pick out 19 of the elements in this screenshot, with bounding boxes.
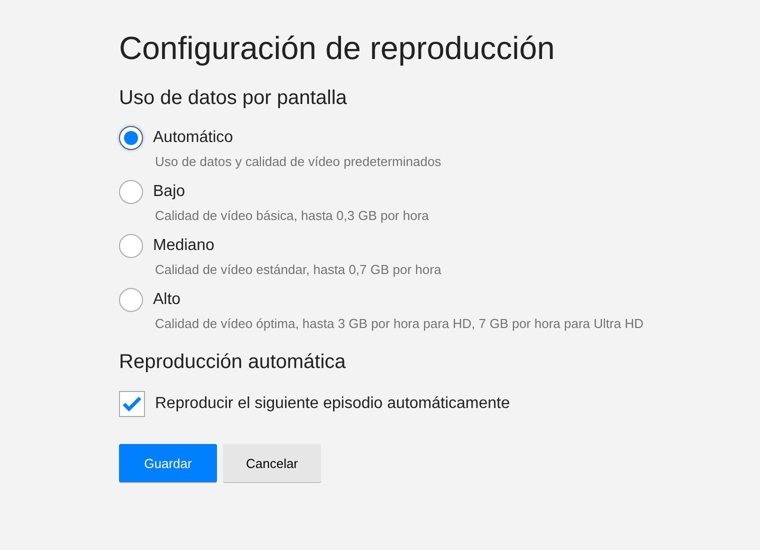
checkbox[interactable] xyxy=(119,391,145,417)
option-label[interactable]: Bajo xyxy=(153,183,186,201)
checkbox-label[interactable]: Reproducir el siguiente episodio automáticamente xyxy=(155,395,510,413)
cancel-button[interactable]: Cancelar xyxy=(223,444,321,482)
option-description: Calidad de vídeo óptima, hasta 3 GB por hora para HD, 7 GB por hora para Ultra HD xyxy=(155,315,644,333)
radio-button[interactable] xyxy=(119,288,143,312)
section-heading: Reproducción automática xyxy=(119,350,347,374)
option-description: Uso de datos y calidad de vídeo predeterminados xyxy=(155,153,442,171)
radio-button[interactable] xyxy=(119,126,143,150)
page-title: Configuración de reproducción xyxy=(119,29,556,68)
section-heading: Uso de datos por pantalla xyxy=(119,86,348,110)
radio-button[interactable] xyxy=(119,180,143,204)
save-button[interactable]: Guardar xyxy=(119,444,217,482)
option-description: Calidad de vídeo básica, hasta 0,3 GB por hora xyxy=(155,207,430,225)
option-label[interactable]: Mediano xyxy=(153,237,214,255)
radio-button[interactable] xyxy=(119,234,143,258)
option-description: Calidad de vídeo estándar, hasta 0,7 GB por hora xyxy=(155,261,442,279)
option-label[interactable]: Alto xyxy=(153,291,181,309)
option-label[interactable]: Automático xyxy=(153,129,234,147)
